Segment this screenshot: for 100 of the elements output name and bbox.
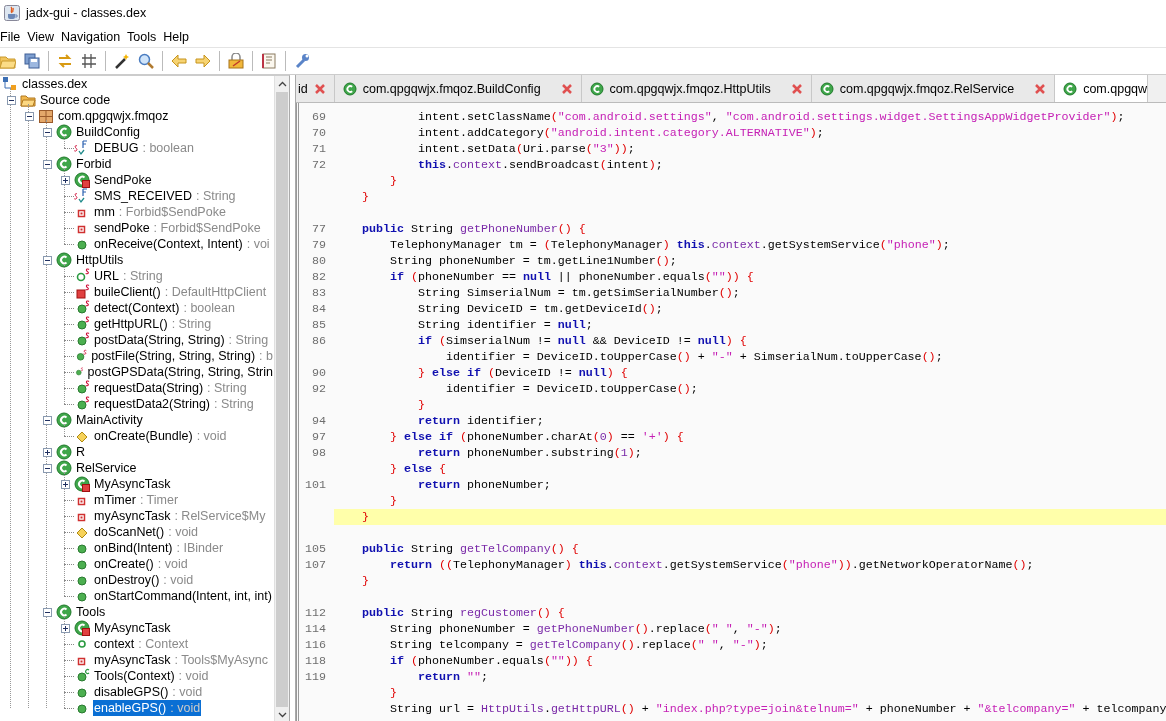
menu-item[interactable]: File xyxy=(0,29,25,44)
static-method-icon xyxy=(74,332,90,348)
tree-item[interactable]: HttpUtils xyxy=(75,252,125,268)
tree-item[interactable]: MyAsyncTask xyxy=(93,476,172,492)
cup-icon xyxy=(4,5,20,21)
collapse-toggle-icon[interactable] xyxy=(42,463,52,473)
code-line: } xyxy=(388,173,398,189)
line-number: 69 xyxy=(311,109,326,125)
class-icon xyxy=(819,81,834,96)
code-line: } xyxy=(360,573,370,589)
tree-item[interactable]: onReceive(Context, Intent) : voi xyxy=(93,236,271,252)
scrollbar-thumb[interactable] xyxy=(276,92,288,707)
tree-item[interactable]: onDestroy() : void xyxy=(93,572,195,588)
collapse-toggle-icon[interactable] xyxy=(42,255,52,265)
menu-item[interactable]: View xyxy=(27,29,59,44)
scroll-up-icon[interactable] xyxy=(277,81,287,87)
close-icon[interactable] xyxy=(1034,82,1047,95)
line-number: 70 xyxy=(311,125,326,141)
code-line: identifier = DeviceID.toUpperCase() + "-" + SimserialNum.toUpperCase(); xyxy=(444,349,944,365)
tree-item[interactable]: context : Context xyxy=(93,636,190,652)
tree-item[interactable]: onCreate() : void xyxy=(93,556,189,572)
line-number: 84 xyxy=(311,301,326,317)
code-line: if (SimserialNum != null && DeviceID != null) { xyxy=(416,333,748,349)
collapse-toggle-icon[interactable] xyxy=(42,415,52,425)
collapse-toggle-icon[interactable] xyxy=(42,127,52,137)
tree-item[interactable]: mm : Forbid$SendPoke xyxy=(93,204,227,220)
code-line: identifier = DeviceID.toUpperCase(); xyxy=(444,381,699,397)
expand-toggle-icon[interactable] xyxy=(42,447,52,457)
save-all-icon[interactable] xyxy=(24,53,40,69)
editor-tab[interactable]: com.qpgqw xyxy=(1055,75,1149,102)
tree-item[interactable]: R xyxy=(75,444,87,460)
code-line: String DeviceID = tm.getDeviceId(); xyxy=(416,301,664,317)
back-arrow-icon[interactable] xyxy=(171,53,187,69)
tree-item[interactable]: getHttpURL() : String xyxy=(93,316,213,332)
search-icon[interactable] xyxy=(138,53,154,69)
tree-item[interactable]: SendPoke xyxy=(93,172,153,188)
tree-item[interactable]: com.qpgqwjx.fmqoz xyxy=(57,108,170,124)
close-icon[interactable] xyxy=(313,82,326,95)
tree-item[interactable]: SMS_RECEIVED : String xyxy=(93,188,237,204)
tree-item[interactable]: DEBUG : boolean xyxy=(93,140,195,156)
magic-wand-icon[interactable] xyxy=(114,53,130,69)
editor-tab[interactable]: com.qpgqwjx.fmqoz.BuildConfig xyxy=(334,75,582,102)
close-icon[interactable] xyxy=(560,82,573,95)
tree-item[interactable]: URL : String xyxy=(93,268,164,284)
code-line: public String regCustomer() { xyxy=(360,605,566,621)
tree-item[interactable]: Tools(Context) : void xyxy=(93,668,210,684)
collapse-toggle-icon[interactable] xyxy=(24,111,34,121)
tree-item[interactable]: requestData(String) : String xyxy=(93,380,248,396)
tree-item[interactable]: MainActivity xyxy=(75,412,144,428)
tree-item[interactable]: Tools xyxy=(75,604,107,620)
code-line: intent.setData(Uri.parse("3")); xyxy=(416,141,636,157)
collapse-toggle-icon[interactable] xyxy=(6,95,16,105)
menu-item[interactable]: Help xyxy=(163,29,193,44)
tree-item[interactable]: doScanNet() : void xyxy=(93,524,200,540)
forward-arrow-icon[interactable] xyxy=(195,53,211,69)
tree-item[interactable]: Source code xyxy=(39,92,112,108)
tree-item[interactable]: requestData2(String) : String xyxy=(93,396,255,412)
class-icon xyxy=(1063,81,1078,96)
close-icon[interactable] xyxy=(790,82,803,95)
tree-item[interactable]: mTimer : Timer xyxy=(93,492,180,508)
editor-tab[interactable]: id xyxy=(296,75,335,102)
line-number: 105 xyxy=(304,541,326,557)
class-icon xyxy=(56,444,72,460)
line-number: 94 xyxy=(311,413,326,429)
tree-item[interactable]: sendPoke : Forbid$SendPoke xyxy=(93,220,262,236)
grid-icon[interactable] xyxy=(81,53,97,69)
tree-item[interactable]: buileClient() : DefaultHttpClient xyxy=(93,284,268,300)
scroll-down-icon[interactable] xyxy=(277,712,287,718)
tree-item[interactable]: Forbid xyxy=(75,156,113,172)
editor-tab[interactable]: com.qpgqwjx.fmqoz.HttpUtils xyxy=(581,75,812,102)
tree-item[interactable]: postFile(String, String, String) : b xyxy=(90,348,274,364)
tree-item[interactable]: enableGPS() : void xyxy=(93,700,202,716)
tree-item[interactable]: RelService xyxy=(75,460,138,476)
menu-item[interactable]: Navigation xyxy=(61,29,125,44)
tree-item[interactable]: MyAsyncTask xyxy=(93,620,172,636)
tree-item[interactable]: detect(Context) : boolean xyxy=(93,300,236,316)
expand-toggle-icon[interactable] xyxy=(60,479,70,489)
tree-item[interactable]: classes.dex xyxy=(21,76,89,92)
code-line: } xyxy=(388,493,398,509)
expand-toggle-icon[interactable] xyxy=(60,175,70,185)
tree-item[interactable]: onStartCommand(Intent, int, int) xyxy=(93,588,273,604)
tree-item[interactable]: onCreate(Bundle) : void xyxy=(93,428,228,444)
tree-item[interactable]: BuildConfig xyxy=(75,124,141,140)
wrench-icon[interactable] xyxy=(294,53,310,69)
tree-item[interactable]: myAsyncTask : RelService$My xyxy=(93,508,267,524)
menu-item[interactable]: Tools xyxy=(127,29,161,44)
collapse-toggle-icon[interactable] xyxy=(42,159,52,169)
tree-item[interactable]: disableGPS() : void xyxy=(93,684,204,700)
editor-tab[interactable]: com.qpgqwjx.fmqoz.RelService xyxy=(811,75,1056,102)
tree-item[interactable]: postData(String, String) : String xyxy=(93,332,270,348)
tree-item[interactable]: myAsyncTask : Tools$MyAsync xyxy=(93,652,269,668)
expand-toggle-icon[interactable] xyxy=(60,623,70,633)
class-icon xyxy=(56,460,72,476)
tree-item[interactable]: postGPSData(String, String, Strin xyxy=(86,364,274,380)
tree-item[interactable]: onBind(Intent) : IBinder xyxy=(93,540,225,556)
line-number: 118 xyxy=(304,653,326,669)
lock-icon[interactable] xyxy=(228,53,244,69)
line-number: 112 xyxy=(304,605,326,621)
code-line: String url = HttpUtils.getHttpURL() + "index.php?type=join&telnum=" + phoneNumber + "&telcompany=" + telcompany xyxy=(388,701,1166,717)
collapse-toggle-icon[interactable] xyxy=(42,607,52,617)
